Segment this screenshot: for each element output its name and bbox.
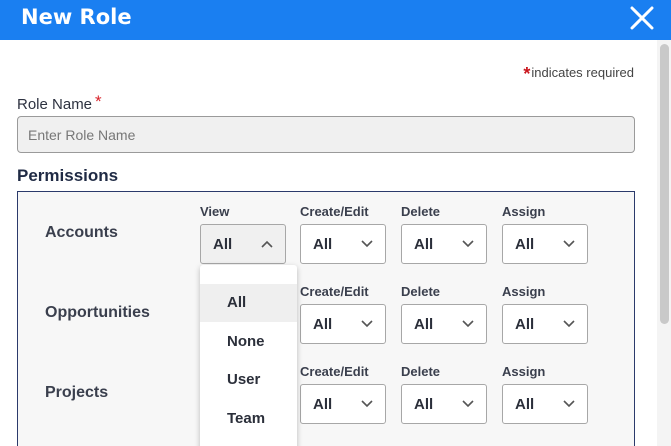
permissions-title: Permissions bbox=[17, 166, 119, 185]
dropdown-option-team[interactable]: Team bbox=[200, 400, 297, 438]
select-value: All bbox=[414, 236, 434, 253]
required-text: indicates required bbox=[531, 65, 634, 80]
col-label-create-edit: Create/Edit bbox=[300, 204, 369, 219]
chevron-down-icon bbox=[361, 400, 373, 408]
row-label-accounts: Accounts bbox=[45, 224, 118, 241]
opportunities-delete-select[interactable]: All bbox=[401, 304, 487, 344]
scrollbar-thumb[interactable] bbox=[660, 44, 669, 324]
select-value: All bbox=[414, 396, 434, 413]
select-value: All bbox=[515, 236, 535, 253]
dialog-header: New Role bbox=[0, 0, 671, 40]
chevron-down-icon bbox=[462, 240, 474, 248]
row-label-opportunities: Opportunities bbox=[45, 304, 150, 321]
select-value: All bbox=[515, 396, 535, 413]
select-value: All bbox=[313, 316, 333, 333]
projects-create-edit-select[interactable]: All bbox=[300, 384, 386, 424]
col-label-delete: Delete bbox=[401, 204, 441, 219]
required-note: *indicates required bbox=[523, 64, 634, 85]
col-label-view: View bbox=[200, 204, 230, 219]
role-name-required-star: * bbox=[95, 92, 102, 111]
projects-assign-select[interactable]: All bbox=[502, 384, 588, 424]
chevron-down-icon bbox=[462, 320, 474, 328]
row-label-projects: Projects bbox=[45, 384, 109, 401]
select-value: All bbox=[313, 236, 333, 253]
accounts-assign-select[interactable]: All bbox=[502, 224, 588, 264]
chevron-down-icon bbox=[563, 320, 575, 328]
dropdown-option-label: None bbox=[227, 333, 265, 350]
close-icon[interactable] bbox=[626, 2, 658, 34]
role-name-label-text: Role Name bbox=[17, 96, 93, 113]
col-label-delete: Delete bbox=[401, 364, 441, 379]
dialog-title: New Role bbox=[21, 5, 132, 29]
dropdown-option-none[interactable]: None bbox=[200, 323, 297, 361]
required-star: * bbox=[523, 64, 531, 84]
col-label-create-edit: Create/Edit bbox=[300, 284, 369, 299]
dropdown-option-label: All bbox=[227, 294, 247, 311]
chevron-down-icon bbox=[462, 400, 474, 408]
col-label-create-edit: Create/Edit bbox=[300, 364, 369, 379]
accounts-delete-select[interactable]: All bbox=[401, 224, 487, 264]
col-label-assign: Assign bbox=[502, 364, 546, 379]
accounts-create-edit-select[interactable]: All bbox=[300, 224, 386, 264]
projects-delete-select[interactable]: All bbox=[401, 384, 487, 424]
select-value: All bbox=[515, 316, 535, 333]
view-dropdown-menu: All None User Team bbox=[200, 265, 297, 446]
chevron-up-icon bbox=[261, 240, 273, 248]
col-label-assign: Assign bbox=[502, 204, 546, 219]
select-value: All bbox=[414, 316, 434, 333]
dropdown-option-user[interactable]: User bbox=[200, 361, 297, 399]
select-value: All bbox=[213, 236, 233, 253]
role-name-label: Role Name * bbox=[17, 92, 102, 113]
select-value: All bbox=[313, 396, 333, 413]
chevron-down-icon bbox=[361, 320, 373, 328]
chevron-down-icon bbox=[563, 400, 575, 408]
accounts-view-select[interactable]: All bbox=[200, 224, 286, 264]
dropdown-option-all[interactable]: All bbox=[200, 284, 297, 322]
col-label-delete: Delete bbox=[401, 284, 441, 299]
opportunities-create-edit-select[interactable]: All bbox=[300, 304, 386, 344]
dropdown-option-label: User bbox=[227, 371, 261, 388]
role-name-input[interactable] bbox=[17, 116, 635, 153]
chevron-down-icon bbox=[563, 240, 575, 248]
col-label-assign: Assign bbox=[502, 284, 546, 299]
opportunities-assign-select[interactable]: All bbox=[502, 304, 588, 344]
chevron-down-icon bbox=[361, 240, 373, 248]
dropdown-option-label: Team bbox=[227, 410, 266, 427]
